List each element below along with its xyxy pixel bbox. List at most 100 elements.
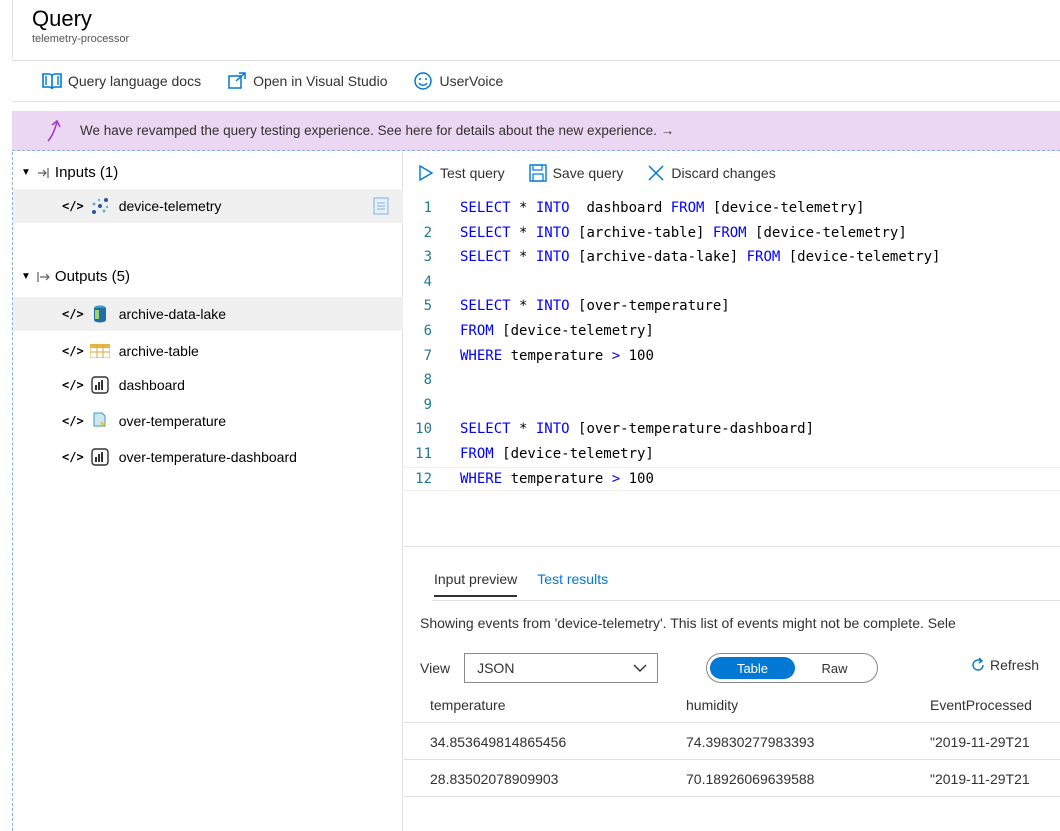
code-icon: </> [62,414,84,428]
keyword-token: SELECT [460,200,511,216]
tree-item-over-temperature[interactable]: </> over-temperature [13,404,403,438]
code-text: FROM [device-telemetry] [460,323,654,339]
view-label: View [420,660,451,676]
code-line[interactable]: 1 SELECT * INTO dashboard FROM [device-te… [404,196,865,220]
sparkle-arrow-icon [47,119,61,142]
code-line[interactable]: 6 FROM [device-telemetry] [404,319,654,343]
text-token: [device-telemetry] [493,323,654,339]
code-line[interactable]: 8 [404,368,460,392]
save-icon [528,164,547,182]
code-line[interactable]: 3 SELECT * INTO [archive-data-lake] FROM … [404,245,941,269]
table-raw-toggle[interactable]: Table Raw [706,653,878,683]
page-title: Query [32,6,92,31]
keyword-token: SELECT [460,298,511,315]
outputs-group-header[interactable]: ▼ Outputs (5) [21,268,130,285]
line-number: 6 [423,323,432,339]
column-header[interactable]: humidity [686,697,738,713]
text-token: * [510,224,536,241]
page-header: Query telemetry-processor [32,6,129,46]
query-docs-button[interactable]: Query language docs [42,72,201,90]
table-cell: "2019-11-29T21 [930,770,1030,787]
code-line[interactable]: 10 SELECT * INTO [over-temperature-dashbo… [404,417,814,441]
external-link-icon [228,72,246,89]
discard-changes-label: Discard changes [671,165,776,181]
code-text: SELECT * INTO [over-temperature-dashboar… [460,421,814,437]
toggle-table-option[interactable]: Table [710,657,795,679]
uservoice-button[interactable]: UserVoice [413,71,503,91]
table-cell: 34.853649814865456 [430,733,567,750]
keyword-token: > [611,347,621,364]
tree-item-archive-table[interactable]: </> archive-table [13,334,403,368]
code-line[interactable]: 9 [404,393,460,417]
keyword-token: SELECT [460,421,511,438]
chevron-down-icon [633,664,647,672]
keyword-token: FROM [712,224,747,241]
tree-item-label: device-telemetry [118,198,222,214]
tab-test-results[interactable]: Test results [537,571,608,597]
expand-triangle-icon: ▼ [21,167,31,178]
table-row[interactable]: 28.83502078909903 70.18926069639588 "201… [404,761,1060,797]
tree-item-over-temperature-dashboard[interactable]: </> over-temperature-dashboard [13,440,403,474]
event-hub-icon [90,197,110,215]
play-icon [419,165,434,181]
code-line[interactable]: 11 FROM [device-telemetry] [404,442,654,466]
text-token: * [510,200,536,216]
info-banner[interactable]: We have revamped the query testing exper… [12,111,1060,151]
line-number: 9 [423,396,432,413]
code-text: FROM [device-telemetry] [460,446,654,462]
tab-divider [432,600,1060,601]
table-cell: 74.39830277983393 [686,733,815,750]
text-token: 100 [620,470,654,487]
results-tabs: Input preview Test results [434,571,628,597]
text-token: * [510,421,536,438]
column-header[interactable]: EventProcessed [930,697,1032,713]
output-icon [37,271,50,282]
code-line[interactable]: 12 WHERE temperature > 100 [404,466,1060,491]
code-icon: </> [62,199,84,213]
tab-input-preview[interactable]: Input preview [434,571,518,597]
code-line[interactable]: 2 SELECT * INTO [archive-table] FROM [dev… [404,221,907,245]
tree-item-label: dashboard [118,377,185,393]
view-format-dropdown[interactable]: JSON [464,653,659,683]
keyword-token: FROM [460,446,494,462]
code-text: SELECT * INTO dashboard FROM [device-tel… [460,200,865,216]
text-token: * [510,298,536,315]
column-header[interactable]: temperature [430,697,505,713]
view-row: View JSON [420,653,659,683]
text-token: [device-telemetry] [746,224,907,241]
save-query-button[interactable]: Save query [528,164,623,182]
code-line[interactable]: 7 WHERE temperature > 100 [404,344,654,368]
open-visual-studio-button[interactable]: Open in Visual Studio [227,72,387,90]
keyword-token: INTO [535,421,570,438]
test-query-button[interactable]: Test query [418,165,505,181]
query-editor[interactable]: 1 SELECT * INTO dashboard FROM [device-te… [404,196,1060,546]
query-docs-label: Query language docs [68,73,202,89]
outputs-group-label: Outputs (5) [54,268,130,285]
tree-item-archive-data-lake[interactable]: </> archive-data-lake [13,297,403,331]
discard-changes-button[interactable]: Discard changes [647,164,776,182]
code-line[interactable]: 4 [404,270,460,294]
toggle-raw-option[interactable]: Raw [795,661,874,676]
line-number: 11 [415,446,432,462]
text-token: [device-telemetry] [704,200,865,216]
code-text: WHERE temperature > 100 [460,471,654,487]
tree-item-dashboard[interactable]: </> dashboard [13,368,403,402]
tree-item-label: over-temperature [118,413,227,429]
tree-item-device-telemetry[interactable]: </> device-telemetry [13,189,403,223]
text-token: 100 [620,347,654,364]
keyword-token: SELECT [460,249,511,266]
keyword-token: INTO [535,224,570,241]
uservoice-label: UserVoice [439,73,504,89]
text-token: [archive-table] [569,224,713,241]
code-line[interactable]: 5 SELECT * INTO [over-temperature] [404,294,730,318]
refresh-button[interactable]: Refresh [970,657,1039,673]
code-text: SELECT * INTO [archive-table] FROM [devi… [460,225,907,241]
line-number: 8 [423,372,432,389]
power-bi-icon [90,448,110,466]
inputs-group-header[interactable]: ▼ Inputs (1) [21,164,118,181]
document-icon[interactable] [373,197,389,215]
table-cell: "2019-11-29T21 [930,733,1030,750]
table-row[interactable]: 34.853649814865456 74.39830277983393 "20… [404,724,1060,760]
keyword-token: FROM [460,323,494,339]
code-text: SELECT * INTO [archive-data-lake] FROM [… [460,249,940,265]
